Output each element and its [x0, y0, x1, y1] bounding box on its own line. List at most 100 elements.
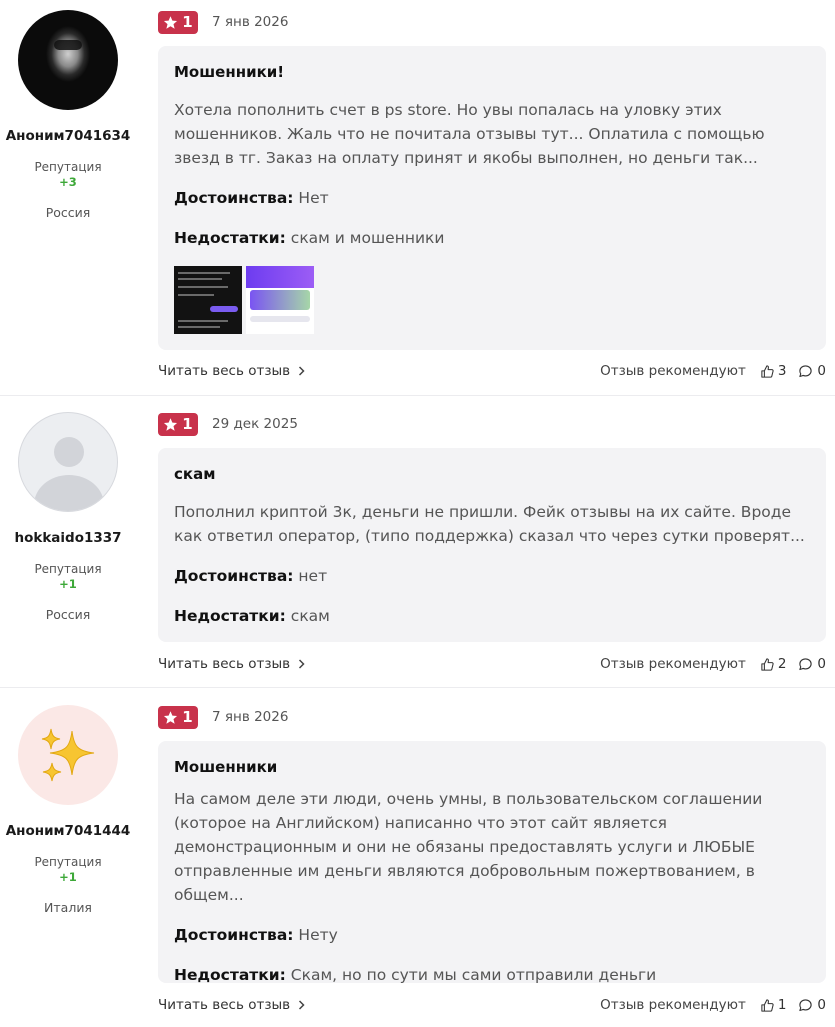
read-more-link[interactable]: Читать весь отзыв [158, 997, 305, 1013]
comments-button[interactable]: 0 [798, 656, 826, 672]
chevron-right-icon [299, 659, 305, 669]
rating-badge: 1 [158, 705, 198, 729]
review-text: Хотела пополнить счет в ps store. Но увы… [174, 101, 765, 167]
pros-label: Достоинства: [174, 567, 294, 585]
rating-badge: 1 [158, 412, 198, 436]
reputation-value: +1 [59, 870, 77, 884]
pros-value: нет [298, 567, 328, 585]
review-date: 7 янв 2026 [212, 709, 289, 725]
comments-button[interactable]: 0 [798, 363, 826, 379]
review-card: Мошенники! Хотела пополнить счет в ps st… [158, 46, 826, 350]
reputation-value: +1 [59, 577, 77, 591]
rating-value: 1 [182, 415, 193, 433]
chevron-right-icon [299, 1000, 305, 1010]
cons-value: скам [290, 607, 330, 625]
comments-count: 0 [817, 363, 826, 379]
chevron-right-icon [299, 366, 305, 376]
author-country: Италия [44, 900, 92, 915]
thumbs-up-icon [761, 998, 774, 1012]
reputation-label: Репутация [34, 855, 102, 869]
avatar[interactable] [18, 412, 118, 512]
cons-label: Недостатки: [174, 966, 286, 984]
pros-label: Достоинства: [174, 189, 294, 207]
review-text: На самом деле эти люди, очень умны, в по… [174, 790, 763, 904]
review-pros: Достоинства: Нету [174, 923, 810, 947]
review-title[interactable]: Мошенники [174, 757, 810, 777]
avatar[interactable] [18, 705, 118, 805]
comment-icon [799, 998, 813, 1011]
author-name[interactable]: Аноним7041634 [0, 128, 136, 144]
comments-count: 0 [817, 656, 826, 672]
review-pros: Достоинства: Нет [174, 186, 810, 210]
likes-count: 2 [777, 656, 787, 672]
review-author: Аноним7041634 Репутация +3 Россия [0, 10, 136, 220]
review-card: Мошенники На самом деле эти люди, очень … [158, 741, 826, 984]
review-title[interactable]: Мошенники! [174, 62, 810, 82]
star-icon [164, 417, 178, 431]
read-more-label: Читать весь отзыв [158, 997, 291, 1013]
pros-value: Нету [298, 926, 338, 944]
comments-button[interactable]: 0 [798, 997, 826, 1013]
review-date: 29 дек 2025 [212, 416, 298, 432]
likes-count: 1 [777, 997, 787, 1013]
like-button[interactable]: 2 [760, 656, 787, 672]
rating-badge: 1 [158, 10, 198, 34]
star-icon [164, 710, 178, 724]
rating-row: 1 7 янв 2026 [158, 705, 288, 729]
comments-count: 0 [817, 997, 826, 1013]
cons-value: Скам, но по сути мы сами отправили деньг… [290, 966, 657, 984]
review-item: Аноним7041444 Репутация +1 Италия 1 7 ян… [0, 695, 835, 1027]
cons-label: Недостатки: [174, 229, 286, 247]
author-country: Россия [45, 205, 91, 220]
review-author: Аноним7041444 Репутация +1 Италия [0, 705, 136, 915]
reputation-label: Репутация [34, 160, 102, 174]
review-footer: Читать весь отзыв Отзыв рекомендуют 2 0 [158, 654, 826, 674]
author-country: Россия [45, 607, 91, 622]
comment-icon [799, 657, 813, 670]
reputation-value: +3 [59, 175, 77, 189]
review-pros: Достоинства: нет [174, 564, 810, 588]
review-item: hokkaido1337 Репутация +1 Россия 1 29 де… [0, 402, 835, 688]
review-title[interactable]: скам [174, 464, 810, 484]
rating-value: 1 [182, 13, 193, 31]
cons-value: скам и мошенники [290, 229, 445, 247]
author-name[interactable]: Аноним7041444 [0, 823, 136, 839]
review-text: Пополнил криптой 3к, деньги не пришли. Ф… [174, 503, 805, 545]
review-images [174, 266, 810, 334]
like-button[interactable]: 1 [760, 997, 787, 1013]
rating-row: 1 29 дек 2025 [158, 412, 298, 436]
comment-icon [799, 364, 813, 377]
recommend-label: Отзыв рекомендуют [600, 997, 746, 1013]
read-more-label: Читать весь отзыв [158, 363, 291, 379]
author-name[interactable]: hokkaido1337 [0, 530, 136, 546]
review-date: 7 янв 2026 [212, 14, 289, 30]
review-footer: Читать весь отзыв Отзыв рекомендуют 1 0 [158, 995, 826, 1015]
likes-count: 3 [777, 363, 787, 379]
pros-label: Достоинства: [174, 926, 294, 944]
review-item: Аноним7041634 Репутация +3 Россия 1 7 ян… [0, 0, 835, 396]
review-cons: Недостатки: скам и мошенники [174, 226, 810, 250]
thumbs-up-icon [761, 364, 774, 378]
read-more-label: Читать весь отзыв [158, 656, 291, 672]
review-cons: Недостатки: скам [174, 604, 810, 628]
review-footer: Читать весь отзыв Отзыв рекомендуют 3 0 [158, 361, 826, 381]
thumbs-up-icon [761, 657, 774, 671]
review-image-thumbnail[interactable] [174, 266, 242, 334]
recommend-label: Отзыв рекомендуют [600, 363, 746, 379]
read-more-link[interactable]: Читать весь отзыв [158, 363, 305, 379]
recommend-label: Отзыв рекомендуют [600, 656, 746, 672]
rating-value: 1 [182, 708, 193, 726]
review-card: скам Пополнил криптой 3к, деньги не приш… [158, 448, 826, 642]
review-image-thumbnail[interactable] [246, 266, 314, 334]
avatar[interactable] [18, 10, 118, 110]
cons-label: Недостатки: [174, 607, 286, 625]
read-more-link[interactable]: Читать весь отзыв [158, 656, 305, 672]
rating-row: 1 7 янв 2026 [158, 10, 288, 34]
sparkles-icon [41, 728, 95, 782]
reputation-label: Репутация [34, 562, 102, 576]
review-cons: Недостатки: Скам, но по сути мы сами отп… [174, 963, 810, 987]
like-button[interactable]: 3 [760, 363, 787, 379]
pros-value: Нет [298, 189, 329, 207]
review-author: hokkaido1337 Репутация +1 Россия [0, 412, 136, 622]
star-icon [164, 15, 178, 29]
